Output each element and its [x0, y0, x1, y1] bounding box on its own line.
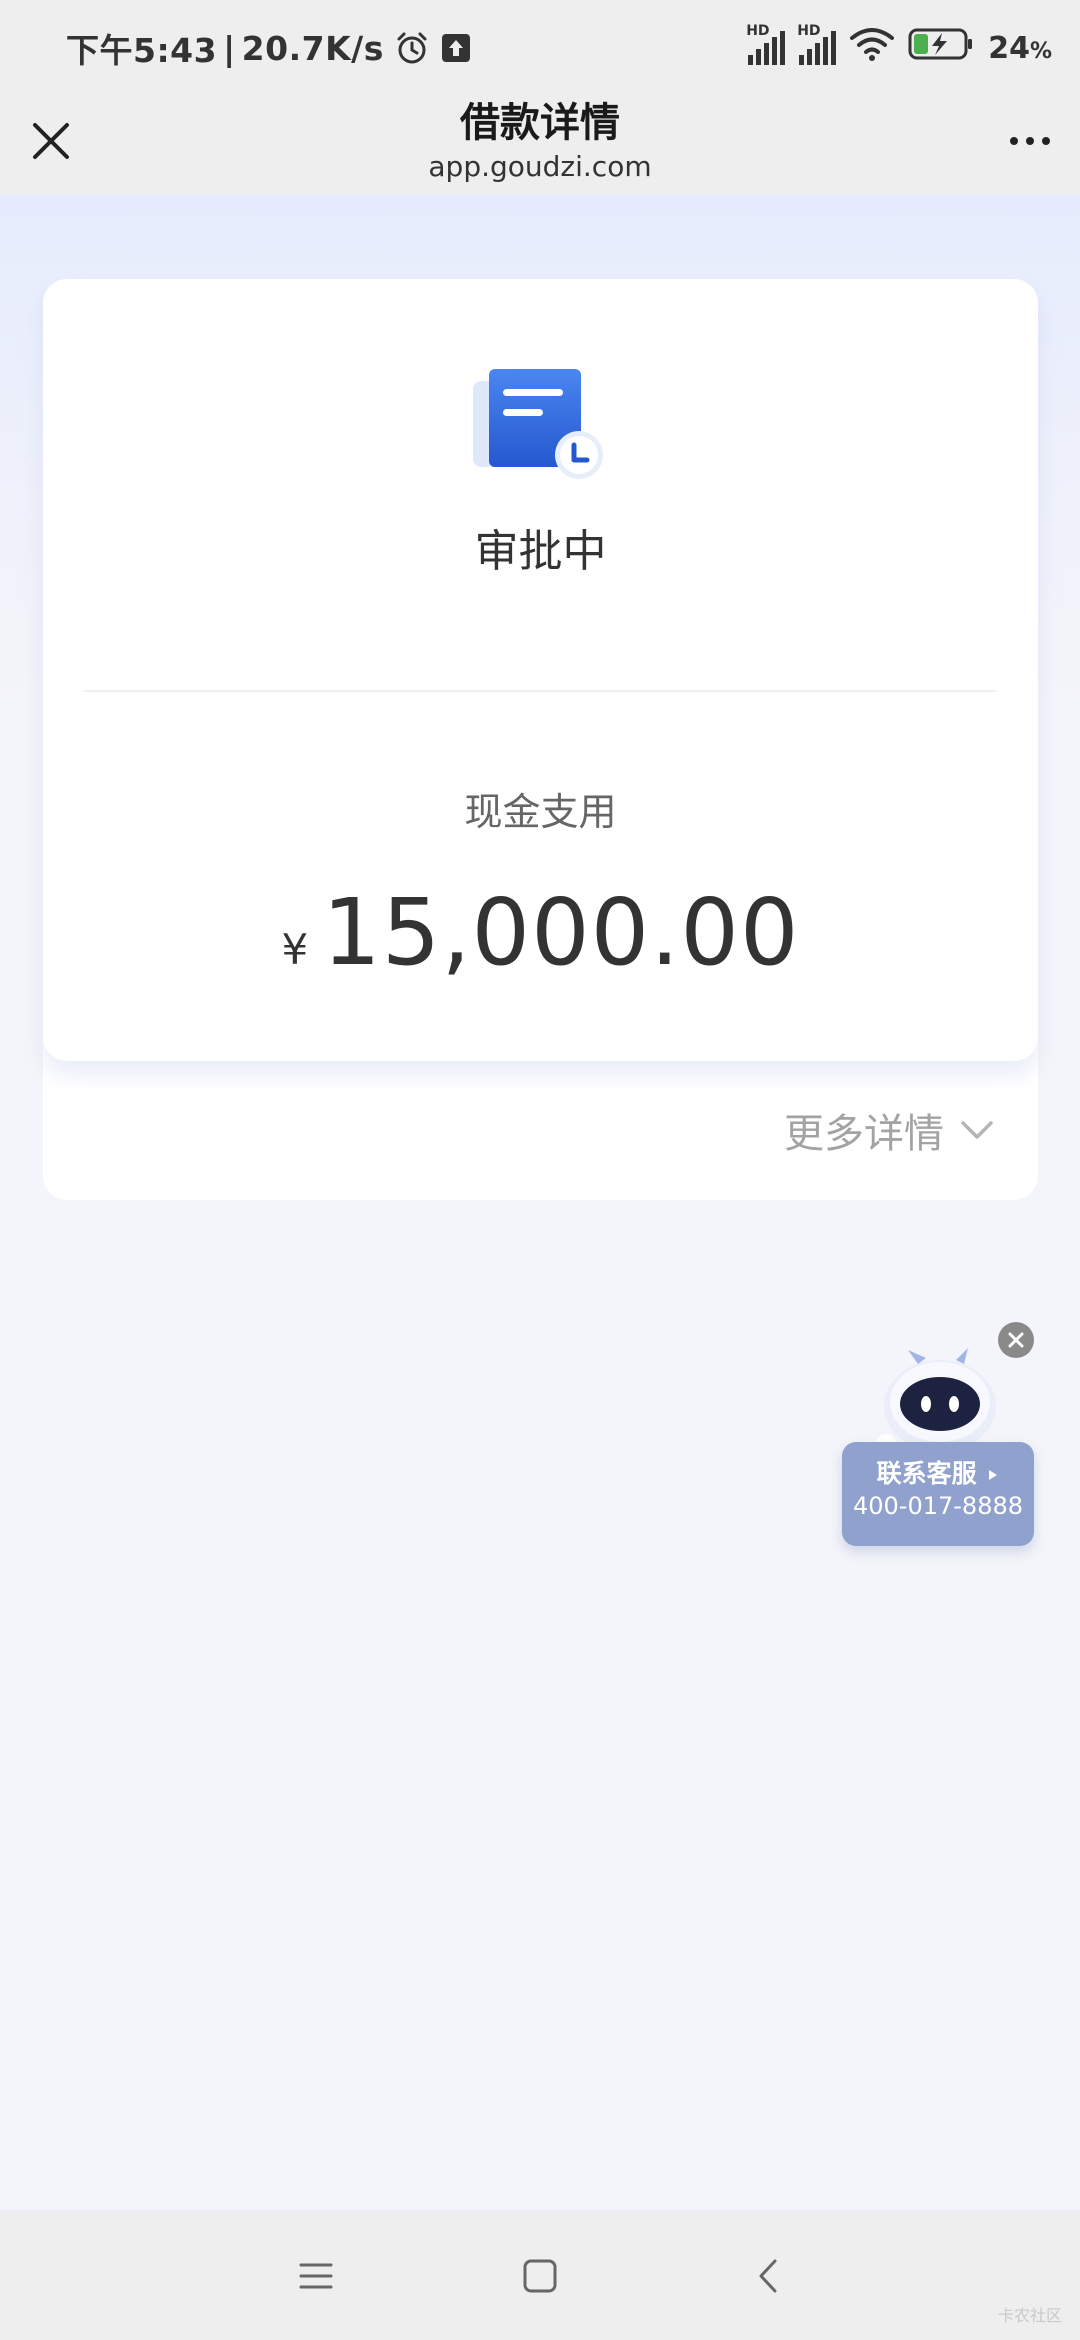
battery-percent: 24% [988, 30, 1052, 66]
close-button[interactable] [26, 116, 76, 166]
loan-purpose-label: 现金支用 [464, 790, 617, 834]
upload-notification-icon [440, 32, 472, 64]
back-button[interactable] [740, 2248, 796, 2304]
menu-icon [299, 2263, 333, 2289]
robot-mascot-icon[interactable] [868, 1346, 1008, 1456]
more-dot-icon [1026, 137, 1034, 145]
loan-amount: ¥ 15,000.00 [43, 879, 1038, 986]
service-phone-number: 400-017-8888 [852, 1492, 1023, 1520]
contact-service-button[interactable]: 联系客服 400-017-8888 [842, 1442, 1034, 1546]
close-icon [1008, 1332, 1024, 1348]
wifi-icon [850, 26, 895, 70]
status-net-speed: 20.7K/s [241, 28, 384, 68]
close-icon [33, 123, 69, 159]
play-arrow-icon [989, 1470, 998, 1480]
status-bar: 下午5:43 | 20.7K/s HD HD 24% [0, 0, 1080, 96]
loan-detail-card: 审批中 现金支用 ¥ 15,000.00 更多详情 [43, 279, 1038, 1200]
status-separator: | [223, 28, 236, 68]
back-chevron-icon [759, 2259, 777, 2293]
recent-apps-button[interactable] [288, 2248, 344, 2304]
more-details-button[interactable]: 更多详情 [784, 1101, 994, 1159]
status-bar-left: 下午5:43 | 20.7K/s [66, 24, 472, 72]
more-details-label: 更多详情 [784, 1111, 944, 1157]
alarm-icon [394, 30, 430, 66]
nav-title-block: 借款详情 app.goudzi.com [0, 96, 1080, 184]
loan-amount-value: 15,000.00 [322, 879, 800, 986]
signal-hd-1-icon: HD [746, 23, 786, 65]
home-button[interactable] [512, 2248, 568, 2304]
chevron-down-icon [961, 1121, 993, 1139]
battery-charging-icon [908, 27, 974, 69]
more-options-button[interactable] [1002, 116, 1058, 166]
currency-symbol: ¥ [281, 925, 309, 974]
system-nav-bar: 卡农社区 [0, 2210, 1080, 2340]
watermark: 卡农社区 [997, 2306, 1062, 2325]
close-service-widget-button[interactable] [998, 1322, 1034, 1358]
loan-status-label: 审批中 [474, 526, 607, 577]
page-title: 借款详情 [460, 100, 620, 146]
content-area: 审批中 现金支用 ¥ 15,000.00 更多详情 [0, 194, 1080, 2210]
status-bar-right: HD HD 24% [746, 23, 1052, 72]
contact-service-label: 联系客服 [842, 1458, 1034, 1490]
page-url: app.goudzi.com [428, 150, 652, 183]
divider [84, 690, 996, 692]
signal-hd-2-icon: HD [797, 23, 837, 65]
home-square-icon [523, 2259, 557, 2293]
more-dot-icon [1010, 137, 1018, 145]
more-dot-icon [1042, 137, 1050, 145]
document-pending-icon [469, 367, 609, 487]
status-time: 下午5:43 [66, 31, 218, 70]
nav-bar: 借款详情 app.goudzi.com [0, 96, 1080, 194]
loan-summary-panel: 审批中 现金支用 ¥ 15,000.00 [43, 279, 1038, 1061]
